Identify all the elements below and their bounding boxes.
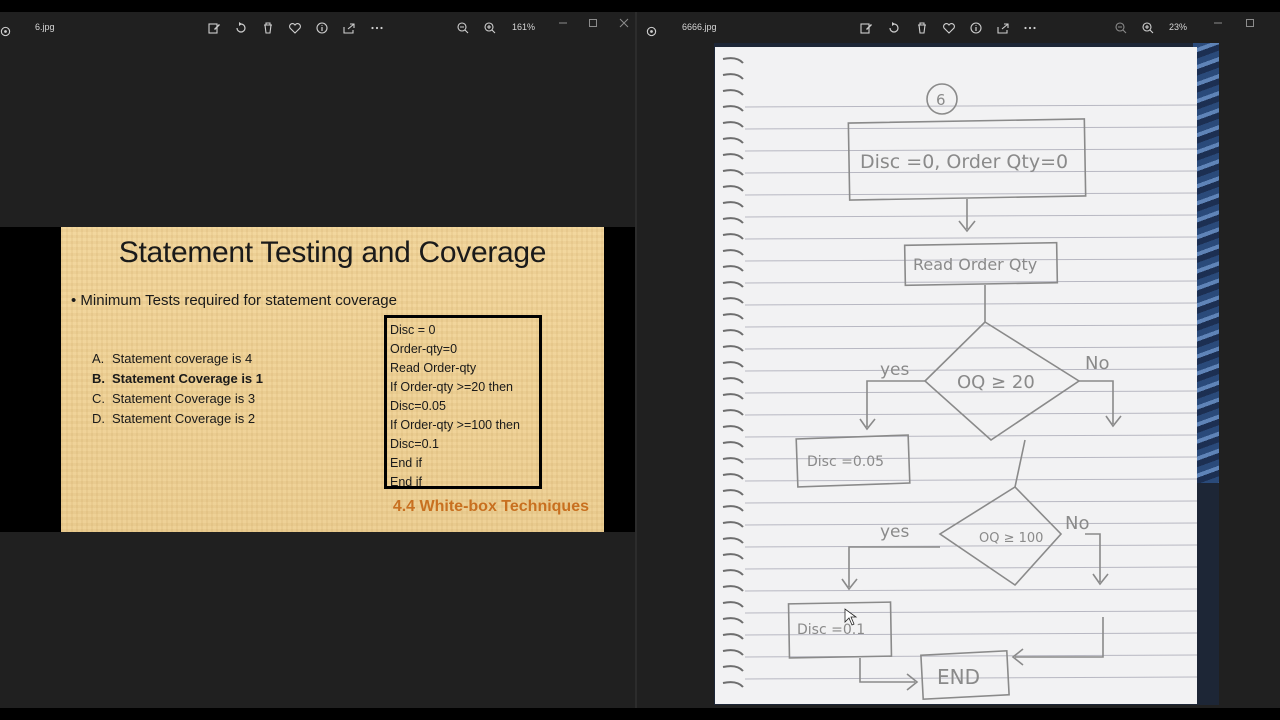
- favorite-icon[interactable]: [288, 21, 302, 35]
- page-number: 6: [936, 91, 946, 109]
- code-line: End if: [390, 475, 422, 489]
- info-icon[interactable]: [315, 21, 329, 35]
- title-bar: 6.jpg 161%: [0, 12, 635, 44]
- rotate-icon[interactable]: [234, 21, 248, 35]
- slide-image: Statement Testing and Coverage • Minimum…: [61, 227, 604, 532]
- notebook-page: 6 Disc =0, Order Qty=0 Read Order Qty OQ…: [715, 47, 1197, 704]
- yes-label-2: yes: [880, 522, 910, 542]
- code-line: If Order-qty >=100 then: [390, 418, 520, 432]
- option-a: A. Statement coverage is 4: [92, 351, 253, 366]
- no-label-2: No: [1065, 513, 1089, 534]
- maximize-icon[interactable]: [587, 17, 599, 29]
- photo-viewer-window-right: 6666.jpg 23% 6 Disc =0, Order Qty=0 Read…: [637, 12, 1280, 708]
- share-icon[interactable]: [342, 21, 356, 35]
- favorite-icon[interactable]: [942, 21, 956, 35]
- info-icon[interactable]: [969, 21, 983, 35]
- option-d: D. Statement Coverage is 2: [92, 411, 256, 426]
- option-b: B. Statement Coverage is 1: [92, 371, 264, 386]
- more-icon[interactable]: [370, 21, 384, 35]
- flowchart-sketch: 6 Disc =0, Order Qty=0 Read Order Qty OQ…: [722, 57, 1197, 701]
- title-bar: 6666.jpg 23%: [637, 12, 1280, 44]
- code-line: Disc=0.1: [390, 437, 439, 451]
- edit-icon[interactable]: [859, 21, 873, 35]
- minimize-icon[interactable]: [1212, 17, 1224, 29]
- code-box: Disc = 0 Order-qty=0 Read Order-qty If O…: [384, 315, 542, 489]
- no-label-1: No: [1085, 353, 1109, 374]
- code-line: Disc=0.05: [390, 399, 446, 413]
- code-line: If Order-qty >=20 then: [390, 380, 513, 394]
- yes-label-1: yes: [880, 360, 910, 380]
- slide-footer: 4.4 White-box Techniques: [392, 498, 589, 515]
- screen-bottom-bar: [0, 708, 1280, 720]
- code-line: Disc = 0: [390, 323, 436, 337]
- init-box-text: Disc =0, Order Qty=0: [860, 151, 1068, 173]
- slide-bullet: • Minimum Tests required for statement c…: [71, 292, 397, 309]
- photos-app-icon: [646, 22, 657, 37]
- zoom-in-icon[interactable]: [483, 21, 497, 35]
- read-box-text: Read Order Qty: [913, 255, 1037, 274]
- zoom-out-icon[interactable]: [1114, 21, 1128, 35]
- code-line: End if: [390, 456, 422, 470]
- edit-icon[interactable]: [207, 21, 221, 35]
- file-name: 6666.jpg: [682, 22, 717, 32]
- more-icon[interactable]: [1023, 21, 1037, 35]
- delete-icon[interactable]: [915, 21, 929, 35]
- zoom-out-icon[interactable]: [456, 21, 470, 35]
- delete-icon[interactable]: [261, 21, 275, 35]
- share-icon[interactable]: [996, 21, 1010, 35]
- maximize-icon[interactable]: [1244, 17, 1256, 29]
- minimize-icon[interactable]: [557, 17, 569, 29]
- zoom-in-icon[interactable]: [1141, 21, 1155, 35]
- rotate-icon[interactable]: [887, 21, 901, 35]
- close-icon[interactable]: [618, 17, 630, 29]
- option-c: C. Statement Coverage is 3: [92, 391, 256, 406]
- zoom-level: 161%: [512, 22, 536, 32]
- disc1-text: Disc =0.05: [807, 454, 884, 470]
- code-line: Order-qty=0: [390, 342, 458, 356]
- decision-2-text: OQ ≥ 100: [979, 531, 1043, 546]
- photo-viewer-window-left: 6.jpg 161% Statement Testing and Coverag…: [0, 12, 635, 708]
- decision-1-text: OQ ≥ 20: [957, 372, 1035, 393]
- zoom-level: 23%: [1169, 22, 1188, 32]
- photos-app-icon: [0, 22, 11, 37]
- file-name: 6.jpg: [35, 22, 55, 32]
- code-line: Read Order-qty: [390, 361, 477, 375]
- slide-title: Statement Testing and Coverage: [118, 236, 547, 269]
- screen-top-bar: [0, 0, 1280, 12]
- disc2-text: Disc =0.1: [797, 622, 865, 638]
- end-text: END: [937, 665, 980, 689]
